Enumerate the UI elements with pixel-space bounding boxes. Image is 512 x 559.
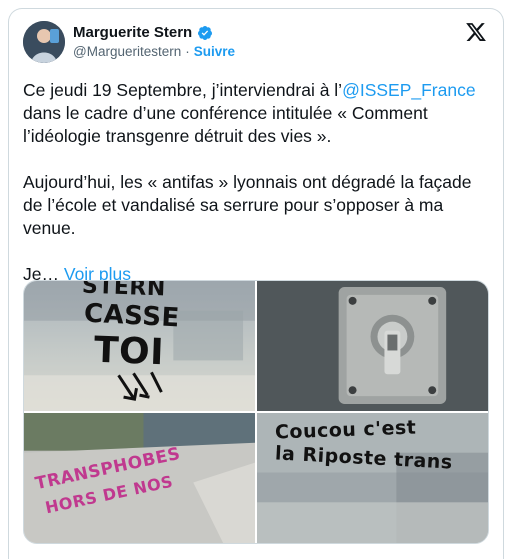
photo-pink-graffiti-sidewalk[interactable]: TRANSPHOBES HORS DE NOS	[24, 413, 255, 543]
follow-button[interactable]: Suivre	[194, 44, 235, 59]
display-name[interactable]: Marguerite Stern	[73, 24, 192, 41]
photo-graffiti-glass[interactable]: Coucou c'est la Riposte trans	[257, 413, 488, 543]
tweet-text: Ce jeudi 19 Septembre, j’interviendrai à…	[23, 79, 493, 286]
x-logo-icon[interactable]	[465, 21, 487, 43]
avatar[interactable]	[23, 21, 65, 63]
handle-separator: ·	[185, 44, 190, 59]
arrow-doodle	[117, 371, 163, 401]
photo-vandalized-lock[interactable]	[257, 281, 488, 411]
verified-badge-icon	[197, 25, 213, 41]
mention-link[interactable]: @ISSEP_France	[342, 80, 476, 100]
media-grid: STERN CASSE TOI TRANSPHOBES HORS DE NOS …	[23, 280, 489, 544]
tweet-card[interactable]: Marguerite Stern @Margueritestern · Suiv…	[8, 8, 504, 559]
author-handle[interactable]: @Margueritestern	[73, 44, 181, 59]
tweet-paragraph-2: Aujourd’hui, les « antifas » lyonnais on…	[23, 172, 472, 238]
photo-graffiti-window[interactable]: STERN CASSE TOI	[24, 281, 255, 411]
tweet-text-conference: dans le cadre d’une conférence intitulée…	[23, 103, 428, 146]
tweet-text-intro: Ce jeudi 19 Septembre, j’interviendrai à…	[23, 80, 343, 100]
tweet-paragraph-1: Ce jeudi 19 Septembre, j’interviendrai à…	[23, 79, 493, 148]
